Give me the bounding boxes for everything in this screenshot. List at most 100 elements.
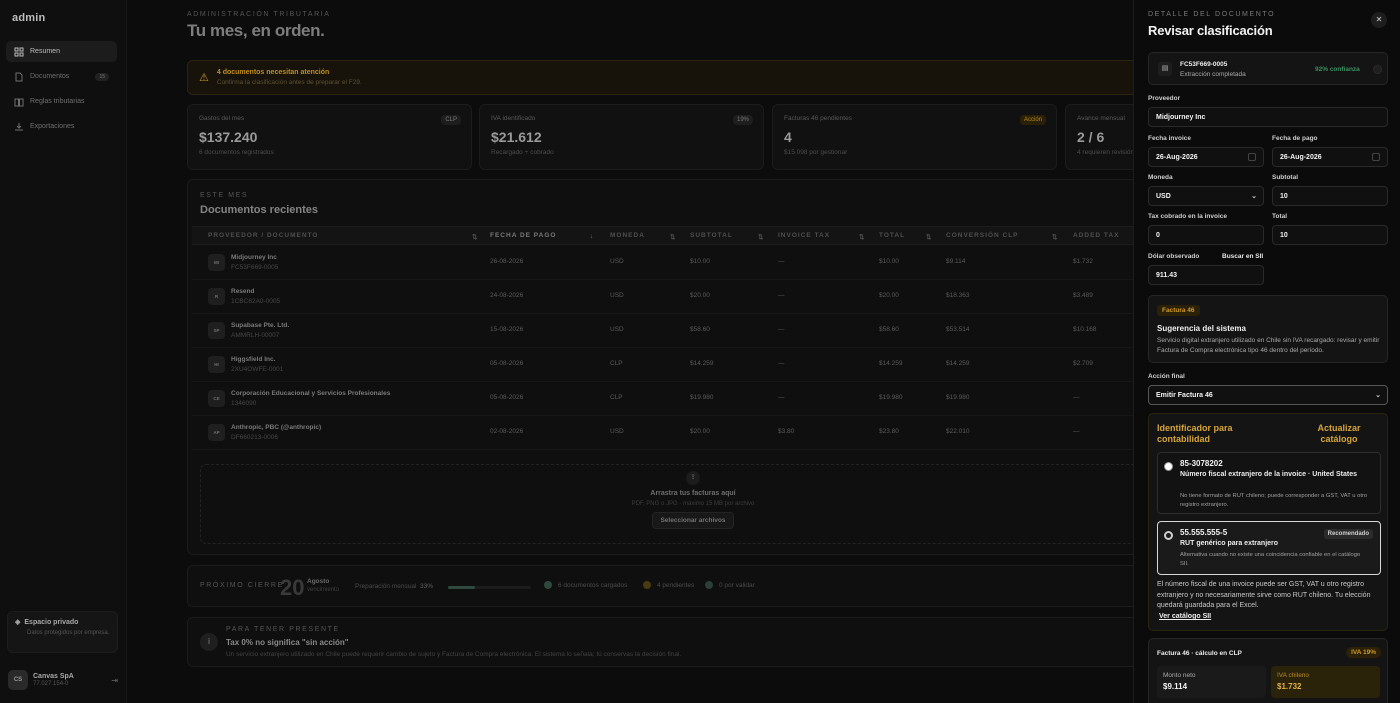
update-catalog-button[interactable]: Actualizar catálogo — [1299, 423, 1379, 445]
cell-total: $58.60 — [879, 326, 899, 333]
cell-clp: $53.514 — [946, 326, 970, 333]
search-sii-link[interactable]: Buscar en SII — [1222, 253, 1263, 260]
cloud-upload-icon: ⇪ — [686, 471, 700, 485]
cell-tax: — — [778, 394, 785, 401]
provider-name: Midjourney Inc — [231, 254, 277, 261]
table-row[interactable]: MI Midjourney Inc FC53F669-0005 26-08-2026 U… — [192, 246, 1196, 280]
dollar-input[interactable]: 911.43 — [1148, 265, 1264, 285]
kpi-badge: CLP — [441, 115, 461, 125]
kpi-value: $21.612 — [491, 129, 542, 145]
arrow-down-icon[interactable]: ↓ — [590, 233, 594, 240]
column-header-proveedor[interactable]: PROVEEDOR / DOCUMENTO — [208, 232, 318, 239]
table-row[interactable]: CE Corporación Educacional y Servicios Pr… — [192, 382, 1196, 416]
table-row[interactable]: AP Anthropic, PBC (@anthropic) DF660213-00… — [192, 416, 1196, 450]
page-title: Tu mes, en orden. — [187, 21, 325, 40]
sort-icon[interactable]: ⇅ — [926, 233, 932, 241]
table-row[interactable]: HI Higgsfield Inc. 2XU4OWFE-0001 05-08-2026… — [192, 348, 1196, 382]
column-header-total[interactable]: TOTAL — [879, 232, 905, 239]
prep-label: Preparación mensual — [355, 583, 417, 590]
sort-icon[interactable]: ⇅ — [758, 233, 764, 241]
option-name: Número fiscal extranjero de la invoice ·… — [1180, 471, 1357, 478]
payment-date-value: 26-Aug-2026 — [1280, 154, 1322, 161]
total-input[interactable]: 10 — [1272, 225, 1388, 245]
kpi-card-iva: IVA identificado $21.612 Recargado + cob… — [479, 104, 764, 170]
sort-icon[interactable]: ⇅ — [670, 233, 676, 241]
identifier-option-foreign[interactable]: 85-3078202 Número fiscal extranjero de l… — [1157, 452, 1381, 514]
sidebar-item-exportaciones[interactable]: Exportaciones — [6, 116, 117, 137]
column-header-added-tax[interactable]: ADDED TAX — [1073, 232, 1119, 239]
provider-input[interactable]: Midjourney Inc — [1148, 107, 1388, 127]
cell-tax: — — [778, 326, 785, 333]
attention-alert[interactable]: ⚠ 4 documentos necesitan atención Confir… — [187, 60, 1187, 95]
prep-progress-bar — [448, 586, 531, 589]
sidebar-item-documentos[interactable]: Documentos 15 — [6, 66, 117, 87]
net-value: $9.114 — [1163, 682, 1188, 691]
dropzone-subtitle: PDF, PNG o JPG · máximo 15 MB por archiv… — [631, 501, 755, 507]
column-header-invoice-tax[interactable]: INVOICE TAX — [778, 232, 830, 239]
invoice-date-input[interactable]: 26-Aug-2026 — [1148, 147, 1264, 167]
table-row[interactable]: R Resend 1CBC62A0-0005 24-08-2026 USD $20.00 —… — [192, 280, 1196, 314]
option-code: 85-3078202 — [1180, 459, 1223, 468]
clock-icon — [643, 581, 651, 589]
provider-name: Higgsfield Inc. — [231, 356, 276, 363]
calendar-icon[interactable] — [1248, 153, 1256, 161]
document-number: FC53F669-0005 — [231, 264, 279, 271]
calendar-icon[interactable] — [1372, 153, 1380, 161]
provider-cell: AP Anthropic, PBC (@anthropic) DF660213-00… — [208, 424, 321, 441]
identifier-option-generic[interactable]: 55.555.555-5 RUT genérico para extranjer… — [1157, 521, 1381, 575]
document-number: AMMRLH-00007 — [231, 332, 280, 339]
tax-input[interactable]: 0 — [1148, 225, 1264, 245]
cell-currency: USD — [610, 258, 624, 265]
option-code: 55.555.555-5 — [1180, 528, 1228, 537]
kpi-card-gastos: Gastos del mes $137.240 6 documentos reg… — [187, 104, 472, 170]
alert-title: 4 documentos necesitan atención — [216, 69, 330, 76]
provider-avatar: CE — [208, 390, 225, 407]
sort-icon[interactable]: ⇅ — [472, 233, 478, 241]
radio-button[interactable] — [1164, 531, 1173, 540]
recommended-badge: Recomendado — [1323, 529, 1373, 539]
cell-date: 26-08-2026 — [490, 258, 524, 265]
select-files-button[interactable]: Seleccionar archivos — [652, 512, 734, 529]
provider-avatar: HI — [208, 356, 225, 373]
logout-icon[interactable]: ⇥ — [111, 676, 118, 685]
cell-currency: USD — [610, 428, 624, 435]
sort-icon[interactable]: ⇅ — [1052, 233, 1058, 241]
status-dot — [1373, 65, 1382, 74]
provider-cell: R Resend 1CBC62A0-0005 — [208, 288, 280, 305]
calc-title: Factura 46 · cálculo en CLP — [1157, 650, 1242, 657]
close-icon[interactable]: ✕ — [1371, 12, 1387, 28]
user-profile[interactable]: CS Canvas SpA 77.027.154-0 ⇥ — [8, 669, 118, 691]
table-row[interactable]: SP Supabase Pte. Ltd. AMMRLH-00007 15-08-20… — [192, 314, 1196, 348]
upload-dropzone[interactable]: ⇪ Arrastra tus facturas aquí PDF, PNG o … — [200, 464, 1186, 544]
tip-text: Un servicio extranjero utilizado en Chil… — [226, 651, 682, 658]
provider-name: Resend — [231, 288, 255, 295]
iva-amount-box: IVA chileno $1.732 — [1271, 666, 1380, 698]
currency-select[interactable]: USD ⌄ — [1148, 186, 1264, 206]
cell-clp: $14.259 — [946, 360, 970, 367]
provider-cell: MI Midjourney Inc FC53F669-0005 — [208, 254, 278, 271]
column-header-conversion[interactable]: CONVERSIÓN CLP — [946, 232, 1019, 239]
provider-cell: CE Corporación Educacional y Servicios Pr… — [208, 390, 390, 407]
column-header-subtotal[interactable]: SUBTOTAL — [690, 232, 733, 239]
app-logo[interactable]: admin — [12, 12, 45, 24]
cell-clp: $9.114 — [946, 258, 966, 265]
sidebar-item-reglas[interactable]: Reglas tributarias — [6, 91, 117, 112]
total-label: Total — [1272, 213, 1288, 220]
next-close-card: PRÓXIMO CIERRE 20 Agosto vencimiento Pre… — [187, 565, 1197, 607]
sidebar-item-resumen[interactable]: Resumen — [6, 41, 117, 62]
column-header-moneda[interactable]: MONEDA — [610, 232, 645, 239]
subtotal-input[interactable]: 10 — [1272, 186, 1388, 206]
avatar: CS — [8, 670, 28, 690]
radio-button[interactable] — [1164, 462, 1173, 471]
count-badge: 15 — [95, 72, 109, 81]
prep-progress-fill — [448, 586, 476, 589]
sort-icon[interactable]: ⇅ — [859, 233, 865, 241]
payment-date-input[interactable]: 26-Aug-2026 — [1272, 147, 1388, 167]
iva-value: $1.732 — [1277, 682, 1302, 691]
final-action-select[interactable]: Emitir Factura 46 ⌄ — [1148, 385, 1388, 405]
payment-date-label: Fecha de pago — [1272, 135, 1318, 142]
column-header-fecha[interactable]: FECHA DE PAGO — [490, 232, 556, 239]
sii-catalog-link[interactable]: Ver catálogo SII — [1159, 613, 1211, 620]
kpi-sub: $15.098 por gestionar — [784, 149, 848, 156]
due-day: 20 — [280, 575, 305, 600]
